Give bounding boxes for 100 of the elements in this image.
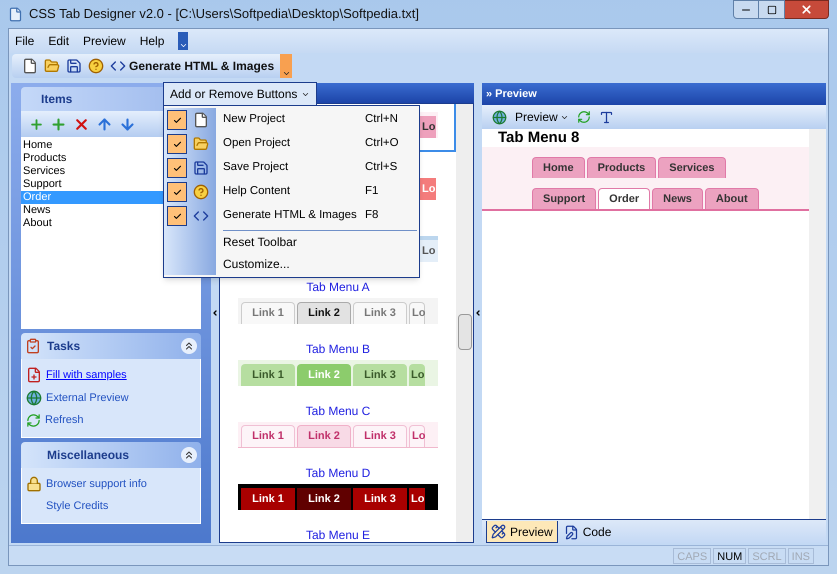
menu-item[interactable]: Reset Toolbar <box>223 231 417 253</box>
style-option[interactable]: Tab Menu C Link 1 Link 2 Link 3 Lo <box>220 400 456 462</box>
task-link[interactable]: Refresh <box>45 412 84 428</box>
tab-sample: Lo <box>409 488 425 510</box>
task-link[interactable]: External Preview <box>46 390 129 406</box>
sample-tab[interactable]: News <box>652 188 703 209</box>
check-icon <box>172 116 182 124</box>
collapse-icon[interactable] <box>181 338 197 354</box>
tab-sample: Link 3 <box>353 488 407 510</box>
font-icon[interactable] <box>598 110 614 124</box>
check-icon <box>172 140 182 148</box>
style-name: Tab Menu A <box>306 279 370 294</box>
add-many-icon[interactable] <box>29 116 44 132</box>
preview-dropdown[interactable]: Preview <box>515 108 569 126</box>
tab-sample: Lo <box>409 302 425 324</box>
tab-sample: Link 1 <box>241 425 295 447</box>
tab-sample: Lo <box>409 364 425 386</box>
menu-item[interactable]: Save Project Ctrl+S <box>216 156 419 180</box>
tab-sample: Link 2 <box>297 488 351 510</box>
view-tab[interactable]: Code <box>560 521 616 543</box>
maximize-icon <box>766 4 776 14</box>
refresh-icon[interactable] <box>576 110 591 124</box>
check-icon <box>172 164 182 172</box>
document-icon[interactable] <box>22 58 38 74</box>
style-option[interactable]: Tab Menu A Link 1 Link 2 Link 3 Lo <box>220 276 456 338</box>
sample-tab[interactable]: Services <box>658 157 726 178</box>
menu-item[interactable]: Customize... <box>223 253 417 275</box>
globe-icon <box>26 390 42 406</box>
style-name: Tab Menu D <box>306 465 370 480</box>
menu-item[interactable]: New Project Ctrl+N <box>216 108 419 132</box>
sample-tab[interactable]: Support <box>532 188 596 209</box>
overflow-button[interactable] <box>178 32 188 50</box>
tab-sample: Link 3 <box>353 302 407 324</box>
help-icon[interactable] <box>193 184 209 200</box>
checkbox[interactable] <box>167 110 187 130</box>
close-icon <box>800 3 813 16</box>
checkbox[interactable] <box>167 134 187 154</box>
menu-item[interactable]: Preview <box>83 32 126 50</box>
up-arrow-icon[interactable] <box>96 116 113 132</box>
scrollbar[interactable] <box>456 104 473 542</box>
style-name: Tab Menu B <box>306 341 370 356</box>
save-icon[interactable] <box>193 160 209 176</box>
task-link[interactable]: Browser support info <box>46 476 147 492</box>
menu-item[interactable]: Help Content F1 <box>216 180 419 204</box>
collapse-icon[interactable] <box>474 309 482 317</box>
folder-icon[interactable] <box>44 58 60 74</box>
panel-title: » Preview <box>486 86 537 102</box>
caret-icon <box>178 41 188 50</box>
menu-item[interactable]: File <box>15 32 34 50</box>
folder-icon[interactable] <box>193 136 209 152</box>
globe-icon[interactable] <box>492 110 507 124</box>
menu-item[interactable]: Edit <box>48 32 70 50</box>
tab-sample: Link 1 <box>241 364 295 386</box>
window-title: CSS Tab Designer v2.0 - [C:\Users\Softpedia\Desktop\Softpedia.txt] <box>29 5 419 24</box>
sample-tab[interactable]: About <box>704 188 759 209</box>
down-arrow-icon[interactable] <box>119 116 136 132</box>
collapse-icon[interactable] <box>211 309 219 317</box>
task-link[interactable]: Fill with samples <box>46 367 127 384</box>
menu-item[interactable]: Help <box>140 32 164 50</box>
sample-tab[interactable]: Home <box>532 157 585 178</box>
style-name: Tab Menu C <box>306 403 370 418</box>
toolbar-button[interactable]: Generate HTML & Images <box>129 57 274 75</box>
panel-title: Miscellaneous <box>47 446 130 464</box>
sample-tab[interactable]: Order <box>598 188 650 209</box>
save-icon[interactable] <box>66 58 82 74</box>
checkbox[interactable] <box>167 158 187 178</box>
view-tab[interactable]: Preview <box>486 521 558 543</box>
tab-sample: Link 1 <box>241 488 295 510</box>
help-icon[interactable] <box>88 58 104 74</box>
style-option[interactable]: Tab Menu B Link 1 Link 2 Link 3 Lo <box>220 338 456 400</box>
collapse-icon[interactable] <box>181 446 197 462</box>
sample-heading: Tab Menu 8 <box>497 129 580 147</box>
refresh-icon <box>26 412 41 428</box>
status-indicator: NUM <box>713 548 746 564</box>
menu-gutter <box>164 228 216 275</box>
tab-sample: Link 3 <box>353 425 407 447</box>
task-link[interactable]: Style Credits <box>46 498 108 514</box>
maximize-button[interactable] <box>759 0 785 19</box>
add-icon[interactable] <box>50 116 67 132</box>
clipboard-icon <box>25 338 41 354</box>
tab-sample: Link 1 <box>241 302 295 324</box>
style-option[interactable]: Tab Menu D Link 1 Link 2 Link 3 Lo <box>220 462 456 524</box>
scrollbar[interactable] <box>809 129 826 519</box>
checkbox[interactable] <box>167 182 187 202</box>
checkbox[interactable] <box>167 206 187 226</box>
menu-item[interactable]: Open Project Ctrl+O <box>216 132 419 156</box>
sample-tab[interactable]: Products <box>586 157 656 178</box>
add-remove-buttons[interactable]: Add or Remove Buttons <box>163 82 318 105</box>
tab-sample: Lo <box>420 116 436 138</box>
caret-icon <box>282 69 291 78</box>
tab-sample: Link 2 <box>297 302 351 324</box>
tab-sample: Link 3 <box>353 364 407 386</box>
document-add-icon <box>26 367 42 384</box>
menu-item[interactable]: Generate HTML & Images F8 <box>216 204 419 228</box>
close-button[interactable] <box>785 0 829 19</box>
tab-sample: Lo <box>420 178 436 200</box>
app-icon <box>8 6 23 22</box>
style-option[interactable]: Tab Menu E <box>220 524 456 542</box>
ruler-pencil-icon <box>491 524 506 539</box>
document-icon[interactable] <box>193 112 209 128</box>
